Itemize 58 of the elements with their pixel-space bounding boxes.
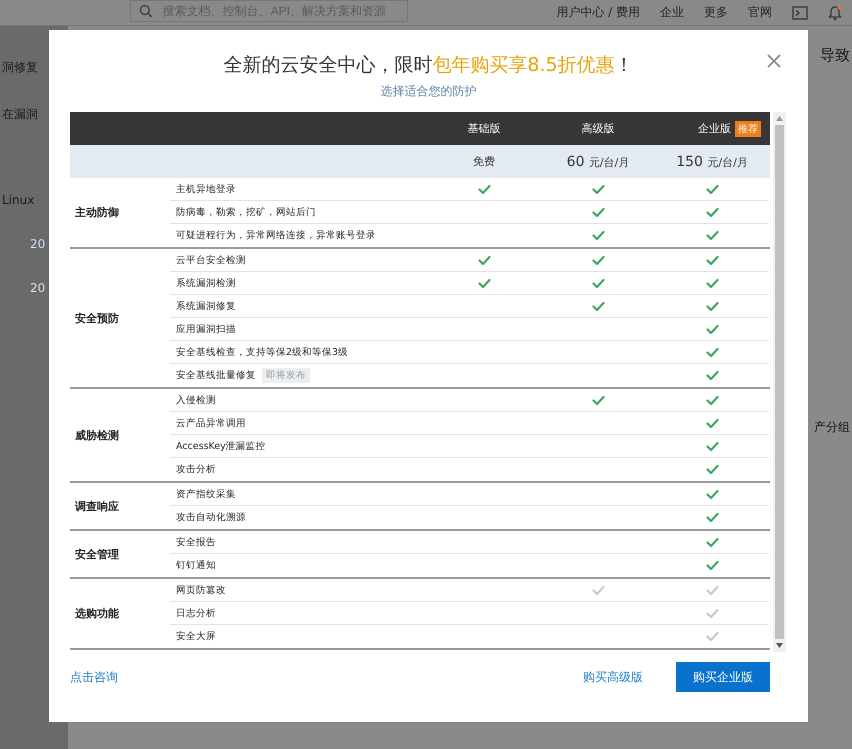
feature-label: 安全基线批量修复 xyxy=(176,369,256,382)
up-arrow-icon xyxy=(776,116,783,121)
page-text: 洞修复 xyxy=(2,59,39,76)
feature-label: AccessKey泄漏监控 xyxy=(176,440,266,452)
dialog-subtitle: 选择适合您的防护 xyxy=(380,83,478,100)
feature-label: 安全大屏 xyxy=(176,630,216,643)
nav-link[interactable]: 官网 xyxy=(748,4,772,21)
page-text: 在漏洞 xyxy=(2,106,39,123)
category-label: 调查响应 xyxy=(75,498,119,514)
nav-link[interactable]: 用户中心 / 费用 xyxy=(556,4,640,21)
dialog-title: 全新的云安全中心，限时包年购买享8.5折优惠！ xyxy=(223,53,634,78)
bell-icon xyxy=(828,4,842,20)
column-header: 企业版 xyxy=(698,121,731,136)
feature-label: 入侵检测 xyxy=(176,394,216,406)
feature-label: 网页防篡改 xyxy=(176,584,226,596)
close-icon[interactable] xyxy=(766,53,782,69)
feature-label: 云产品异常调用 xyxy=(176,416,246,430)
category-label: 主动防御 xyxy=(75,205,119,220)
feature-label: 安全基线检查，支持等保2级和等保3级 xyxy=(176,346,348,358)
category-label: 选购功能 xyxy=(75,606,119,621)
category-label: 威胁检测 xyxy=(75,428,119,442)
page-text: 20 xyxy=(30,281,46,295)
terminal-icon xyxy=(792,6,808,20)
column-header: 高级版 xyxy=(582,121,614,136)
feature-label: 攻击分析 xyxy=(176,463,216,476)
page-text: Linux xyxy=(2,193,36,207)
status-tag: 即将发布 xyxy=(262,368,310,383)
feature-label: 系统漏洞检测 xyxy=(176,276,236,290)
nav-link[interactable]: 更多 xyxy=(704,4,728,21)
feature-label: 可疑进程行为，异常网络连接，异常账号登录 xyxy=(176,229,376,242)
page-text: 产分组 xyxy=(814,419,850,436)
category-label: 安全管理 xyxy=(75,546,119,562)
feature-label: 攻击自动化溯源 xyxy=(176,511,246,524)
feature-label: 日志分析 xyxy=(176,606,216,620)
recommend-badge: 推荐 xyxy=(735,120,761,136)
buy-enterprise-button[interactable]: 购买企业版 xyxy=(676,662,770,692)
feature-label: 系统漏洞修复 xyxy=(176,300,236,312)
feature-label: 防病毒，勒索，挖矿，网站后门 xyxy=(176,206,316,218)
scrollbar[interactable] xyxy=(773,112,786,652)
down-arrow-icon xyxy=(776,643,783,648)
nav-link[interactable]: 企业 xyxy=(660,4,684,21)
scrollbar-thumb[interactable] xyxy=(775,125,784,639)
page-text: 导致 xyxy=(820,46,850,65)
price-text: 60 元/台/月 xyxy=(566,154,630,170)
feature-label: 安全报告 xyxy=(176,536,216,548)
page-text: 20 xyxy=(30,237,46,251)
consult-link[interactable]: 点击咨询 xyxy=(70,668,118,686)
feature-label: 应用漏洞扫描 xyxy=(176,322,236,336)
feature-label: 钉钉通知 xyxy=(176,559,216,572)
price-text: 150 元/台/月 xyxy=(676,154,748,170)
category-label: 安全预防 xyxy=(75,310,119,326)
column-header: 基础版 xyxy=(468,121,500,136)
feature-label: 主机异地登录 xyxy=(176,182,236,196)
feature-label: 云平台安全检测 xyxy=(176,254,246,266)
buy-advanced-link[interactable]: 购买高级版 xyxy=(583,668,643,686)
feature-label: 资产指纹采集 xyxy=(176,488,236,500)
search-icon xyxy=(139,4,153,18)
price-text: 免费 xyxy=(473,154,495,169)
